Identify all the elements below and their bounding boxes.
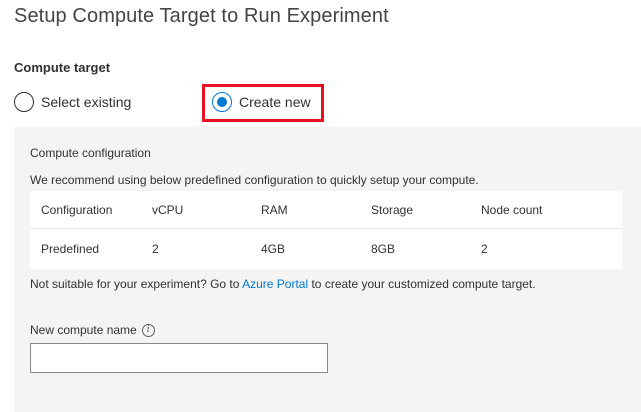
radio-select-existing[interactable]: Select existing (14, 92, 131, 112)
setup-compute-dialog: Setup Compute Target to Run Experiment C… (0, 0, 641, 412)
portal-note: Not suitable for your experiment? Go to … (30, 277, 536, 291)
note-suffix: to create your customized compute target… (308, 277, 536, 291)
compute-name-label: New compute name i (30, 323, 155, 337)
header-node-count: Node count (481, 203, 543, 217)
header-configuration: Configuration (41, 203, 113, 217)
radio-select-existing-label: Select existing (41, 94, 132, 110)
cell-storage: 8GB (371, 242, 396, 256)
config-table: Configuration vCPU RAM Storage Node coun… (30, 191, 622, 269)
config-section-title: Compute configuration (30, 146, 151, 160)
cell-vcpu: 2 (152, 242, 159, 256)
radio-unchecked-icon[interactable] (14, 92, 34, 112)
compute-configuration-panel: Compute configuration We recommend using… (14, 127, 641, 412)
compute-name-input[interactable] (30, 343, 328, 373)
recommendation-text: We recommend using below predefined conf… (30, 173, 479, 187)
highlight-annotation (202, 84, 324, 122)
header-vcpu: vCPU (152, 203, 184, 217)
cell-node-count: 2 (481, 242, 488, 256)
cell-configuration: Predefined (41, 242, 100, 256)
page-title: Setup Compute Target to Run Experiment (14, 5, 389, 27)
azure-portal-link[interactable]: Azure Portal (242, 277, 308, 291)
header-ram: RAM (261, 203, 288, 217)
cell-ram: 4GB (261, 242, 286, 256)
note-prefix: Not suitable for your experiment? Go to (30, 277, 243, 291)
compute-target-label: Compute target (14, 60, 111, 75)
compute-name-label-text: New compute name (30, 323, 137, 337)
info-icon[interactable]: i (141, 323, 155, 337)
table-header-row: Configuration vCPU RAM Storage Node coun… (30, 191, 622, 229)
table-row: Predefined 2 4GB 8GB 2 (30, 230, 622, 268)
header-storage: Storage (371, 203, 414, 217)
